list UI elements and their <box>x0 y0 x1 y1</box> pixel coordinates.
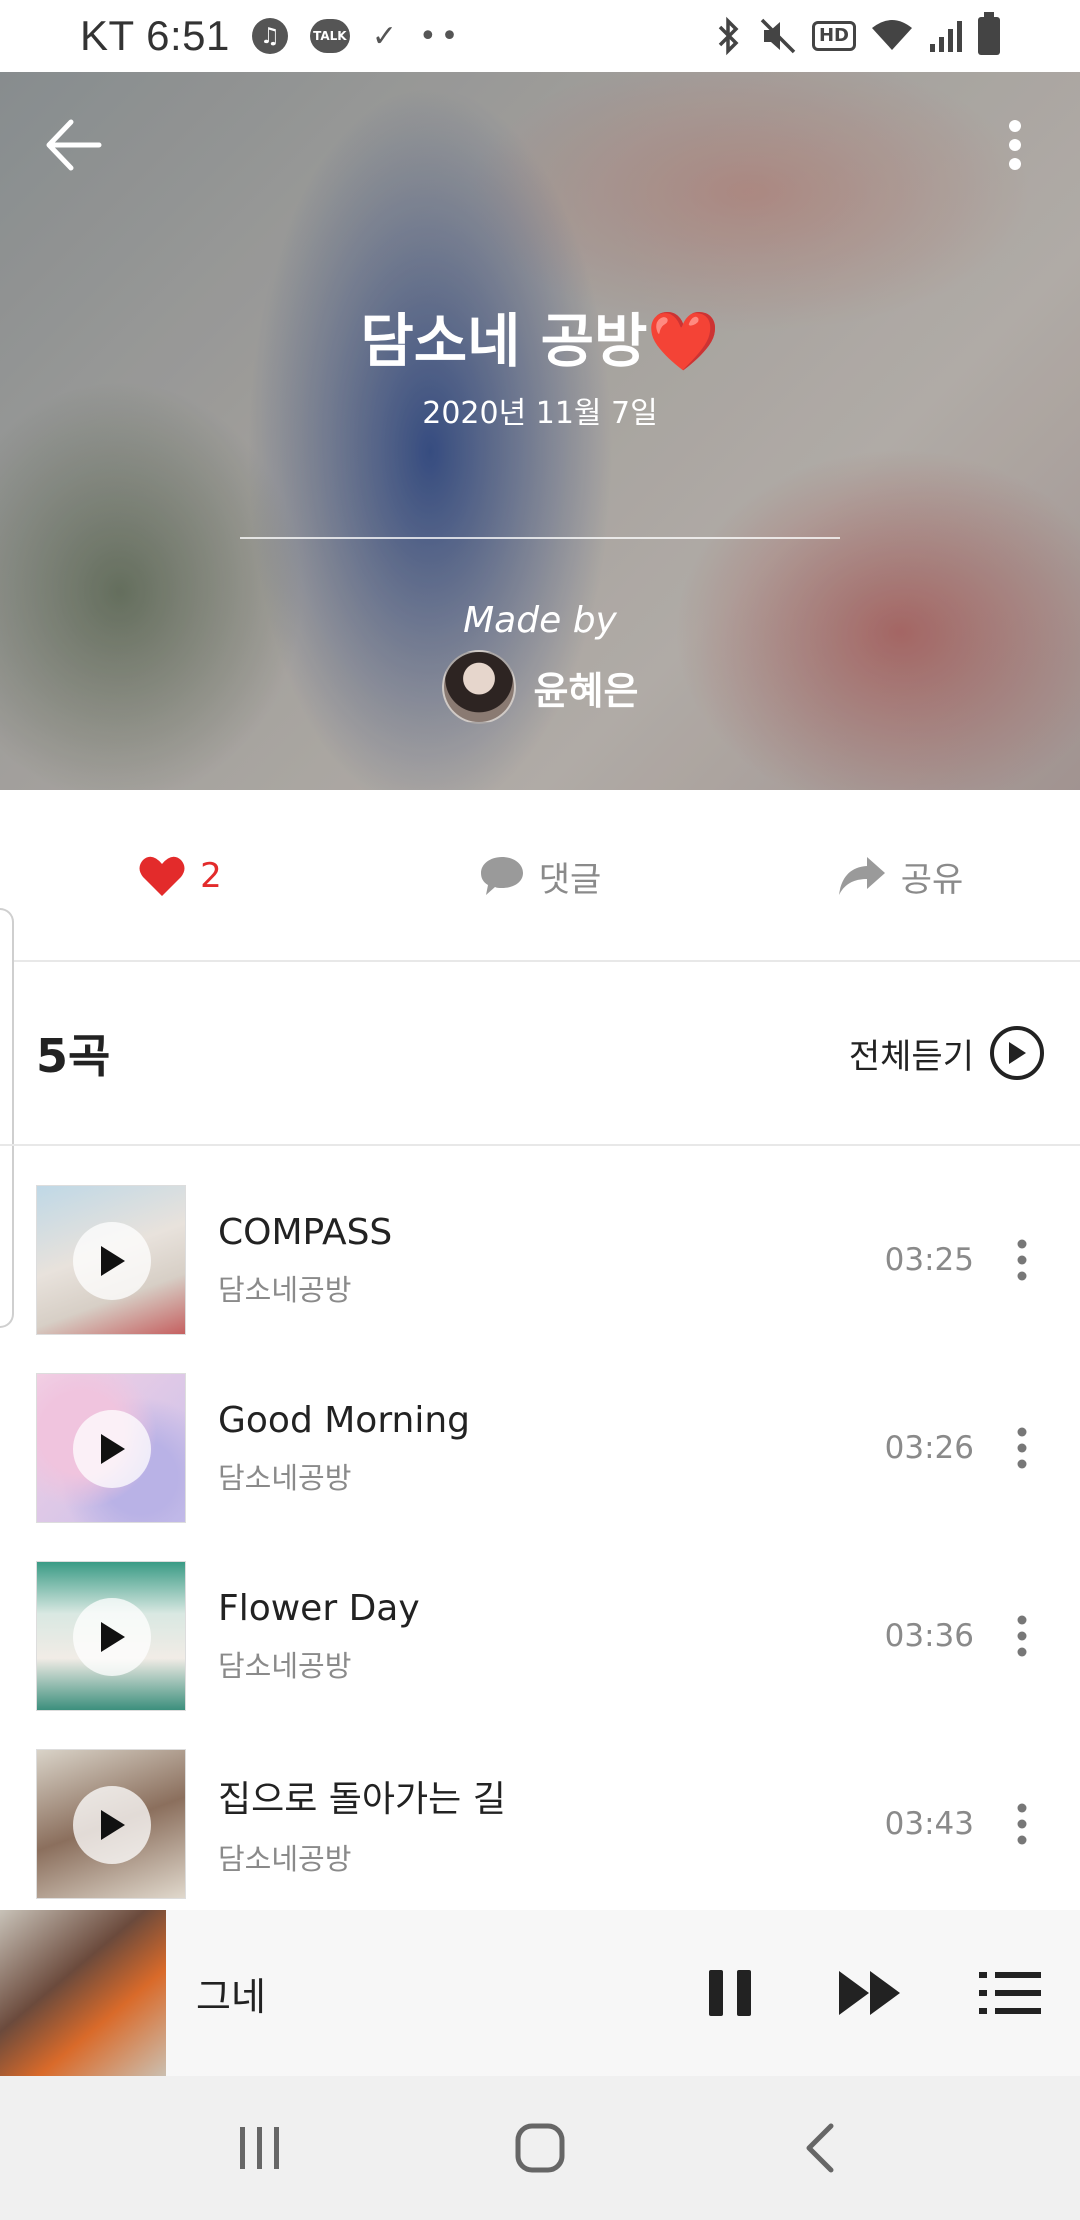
song-row[interactable]: COMPASS 담소네공방 03:25 <box>0 1166 1080 1354</box>
song-duration: 03:43 <box>884 1806 974 1842</box>
album-thumbnail[interactable] <box>36 1373 186 1523</box>
check-notification-icon: ✓ <box>371 18 397 54</box>
song-artist: 담소네공방 <box>218 1460 352 1495</box>
recent-apps-button[interactable] <box>200 2098 320 2198</box>
song-title: COMPASS <box>218 1211 393 1253</box>
back-button[interactable] <box>38 110 108 180</box>
share-label: 공유 <box>900 859 964 900</box>
song-more-button[interactable] <box>1002 1596 1042 1676</box>
back-arrow-icon <box>46 119 102 171</box>
album-thumbnail[interactable] <box>36 1561 186 1711</box>
vertical-dots-icon <box>1017 1803 1027 1845</box>
status-right: HD <box>714 12 1000 56</box>
play-icon[interactable] <box>73 1786 151 1864</box>
creator-profile[interactable]: 윤혜은 <box>0 650 1080 724</box>
playlist-date: 2020년 11월 7일 <box>422 396 658 431</box>
playlist-header: 담소네 공방❤️ 2020년 11월 7일 Made by 윤혜은 <box>0 72 1080 790</box>
action-row: 2 댓글 공유 <box>0 792 1080 962</box>
song-list: COMPASS 담소네공방 03:25 Good Morning 담소네공방 0… <box>0 1166 1080 1918</box>
now-playing-title[interactable]: 그네 <box>196 1966 266 2021</box>
song-info: Flower Day 담소네공방 <box>218 1588 420 1685</box>
kakaotalk-notification-icon: TALK <box>309 19 350 53</box>
album-thumbnail[interactable] <box>36 1749 186 1899</box>
status-time: KT 6:51 <box>80 12 230 59</box>
home-button[interactable] <box>480 2098 600 2198</box>
play-all-button[interactable]: 전체듣기 <box>849 1026 1044 1080</box>
creator-name[interactable]: 윤혜은 <box>534 660 639 715</box>
album-thumbnail[interactable] <box>36 1185 186 1335</box>
pause-button[interactable] <box>660 1933 800 2053</box>
list-icon <box>979 1972 1041 2014</box>
battery-icon <box>978 12 1000 55</box>
made-by-label: Made by <box>463 600 617 641</box>
playlist-title: 담소네 공방❤️ <box>360 307 720 375</box>
comment-bubble-icon <box>480 857 523 895</box>
comment-label: 댓글 <box>538 859 602 900</box>
home-icon <box>515 2123 565 2173</box>
hd-voice-icon: HD <box>811 21 856 51</box>
vertical-dots-icon <box>1017 1239 1027 1281</box>
more-options-button[interactable] <box>990 110 1040 180</box>
creator-avatar[interactable] <box>441 650 516 724</box>
song-duration: 03:26 <box>884 1430 974 1466</box>
next-track-button[interactable] <box>800 1933 940 2053</box>
song-row[interactable]: 집으로 돌아가는 길 담소네공방 03:43 <box>0 1730 1080 1918</box>
play-icon[interactable] <box>73 1598 151 1676</box>
header-divider <box>240 537 840 539</box>
vertical-dots-icon <box>1009 120 1021 170</box>
share-arrow-icon <box>838 857 885 895</box>
song-more-button[interactable] <box>1002 1408 1042 1488</box>
song-duration: 03:36 <box>884 1618 974 1654</box>
song-artist: 담소네공방 <box>218 1648 352 1683</box>
pause-icon <box>709 1970 751 2016</box>
heart-icon <box>139 856 185 896</box>
bluetooth-icon <box>718 16 739 56</box>
like-count: 2 <box>200 856 222 896</box>
vertical-dots-icon <box>1017 1427 1027 1469</box>
chevron-left-icon <box>806 2123 834 2173</box>
signal-icon <box>930 21 962 52</box>
song-more-button[interactable] <box>1002 1784 1042 1864</box>
now-playing-album-art[interactable] <box>0 1910 166 2076</box>
song-info: 집으로 돌아가는 길 담소네공방 <box>218 1770 506 1878</box>
player-controls <box>660 1933 1080 2053</box>
song-title: Good Morning <box>218 1399 470 1441</box>
music-notification-icon: ♫ <box>251 18 288 54</box>
mini-player[interactable]: 그네 <box>0 1910 1080 2076</box>
song-duration: 03:25 <box>884 1242 974 1278</box>
song-info: COMPASS 담소네공방 <box>218 1212 392 1309</box>
wifi-icon <box>872 20 912 50</box>
system-back-button[interactable] <box>760 2098 880 2198</box>
song-more-button[interactable] <box>1002 1220 1042 1300</box>
song-title: 집으로 돌아가는 길 <box>218 1779 506 1820</box>
status-left: KT 6:51 ♫ TALK ✓ •• <box>80 12 462 60</box>
vertical-dots-icon <box>1017 1615 1027 1657</box>
song-row[interactable]: Good Morning 담소네공방 03:26 <box>0 1354 1080 1542</box>
song-artist: 담소네공방 <box>218 1842 352 1876</box>
song-count: 5곡 <box>36 1029 111 1083</box>
fast-forward-icon <box>839 1971 900 2015</box>
play-circle-icon <box>990 1026 1044 1080</box>
song-title: Flower Day <box>218 1587 420 1629</box>
play-icon[interactable] <box>73 1222 151 1300</box>
share-button[interactable]: 공유 <box>720 852 1080 901</box>
system-navigation-bar <box>0 2076 1080 2220</box>
more-notifications-icon: •• <box>418 18 463 54</box>
play-icon[interactable] <box>73 1410 151 1488</box>
play-all-label: 전체듣기 <box>848 1036 974 1077</box>
like-button[interactable]: 2 <box>0 854 360 898</box>
recent-apps-icon <box>240 2127 279 2169</box>
status-bar: KT 6:51 ♫ TALK ✓ •• HD <box>0 0 1080 72</box>
mute-icon <box>760 18 796 54</box>
song-info: Good Morning 담소네공방 <box>218 1400 470 1497</box>
song-artist: 담소네공방 <box>218 1272 352 1307</box>
comment-button[interactable]: 댓글 <box>360 852 720 901</box>
playlist-queue-button[interactable] <box>940 1933 1080 2053</box>
song-count-row: 5곡 전체듣기 <box>0 962 1080 1146</box>
song-row[interactable]: Flower Day 담소네공방 03:36 <box>0 1542 1080 1730</box>
